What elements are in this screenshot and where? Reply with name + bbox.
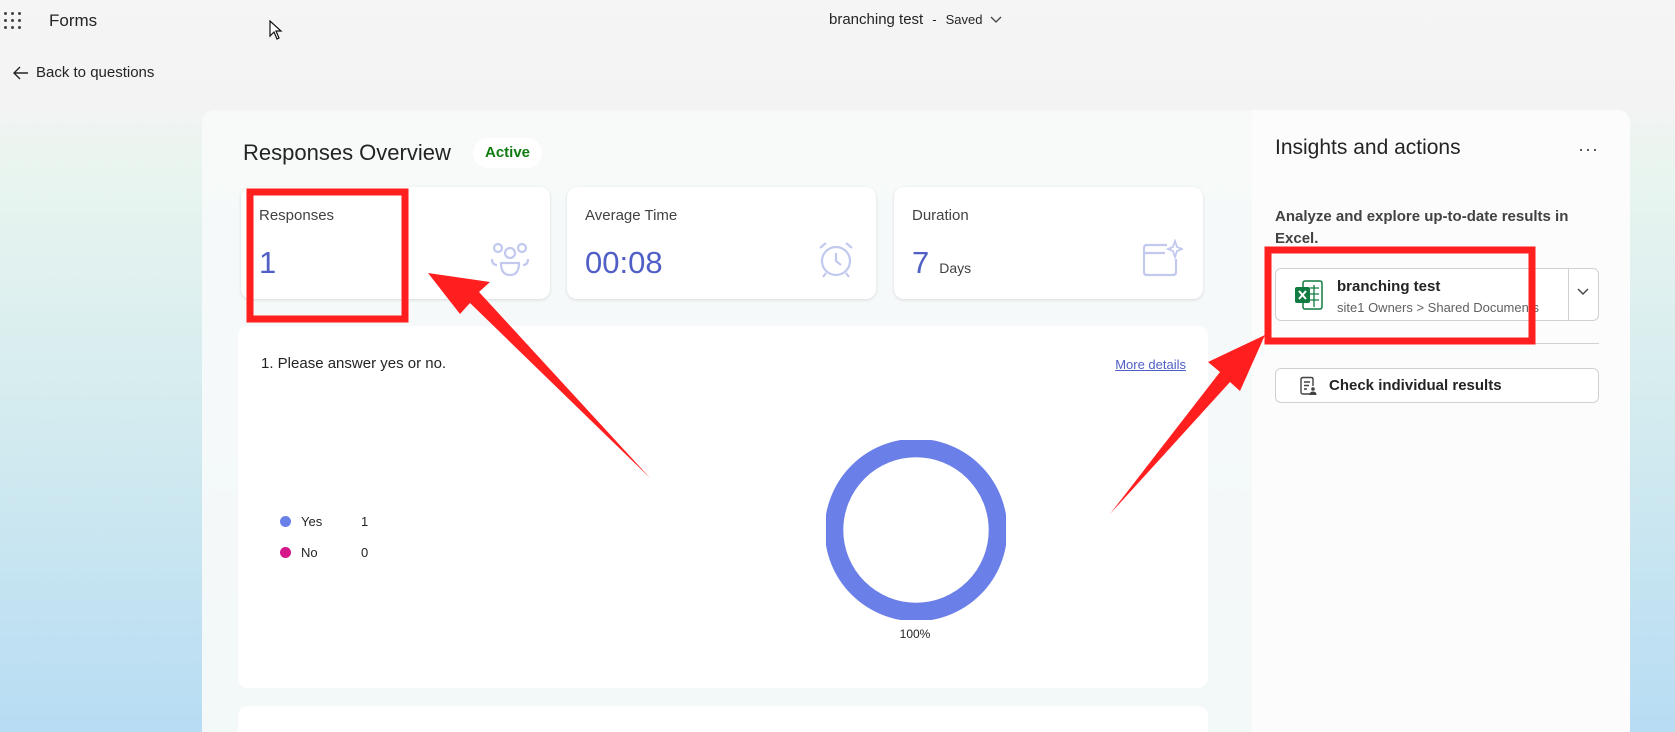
document-person-icon — [1300, 376, 1317, 395]
stat-value: 00:08 — [585, 245, 663, 280]
stat-card-responses: Responses 1 — [241, 187, 550, 299]
next-question-card — [238, 706, 1208, 732]
excel-file-name[interactable]: branching test — [1337, 278, 1440, 295]
title-separator: - — [932, 12, 937, 27]
legend-item-no: No 0 — [280, 537, 368, 568]
stat-value: 7 Days — [912, 245, 972, 280]
legend-label: Yes — [301, 514, 323, 529]
card-divider — [1568, 269, 1569, 320]
stat-label: Duration — [912, 207, 969, 224]
app-name[interactable]: Forms — [49, 11, 97, 31]
stat-card-duration: Duration 7 Days — [894, 187, 1203, 299]
check-individual-results-button[interactable]: Check individual results — [1275, 368, 1599, 403]
stat-value: 1 — [259, 245, 277, 280]
top-bar: Forms branching test - Saved — [0, 0, 1675, 42]
divider — [1275, 343, 1599, 344]
stat-label: Responses — [259, 207, 335, 224]
more-options-icon[interactable]: ··· — [1578, 139, 1599, 160]
back-to-questions-link[interactable]: Back to questions — [13, 64, 154, 81]
mouse-cursor-icon — [269, 20, 283, 40]
donut-percentage-label: 100% — [899, 627, 931, 641]
donut-chart — [826, 440, 1006, 620]
back-label: Back to questions — [36, 64, 155, 81]
legend-item-yes: Yes 1 — [280, 506, 368, 537]
check-results-label: Check individual results — [1329, 377, 1502, 394]
excel-file-path: site1 Owners > Shared Documents — [1337, 300, 1539, 315]
chevron-down-icon[interactable] — [990, 16, 1002, 24]
stat-unit: Days — [939, 260, 972, 276]
question-title: 1. Please answer yes or no. — [261, 355, 447, 372]
alarm-clock-icon — [819, 242, 853, 278]
stat-card-average-time: Average Time 00:08 — [567, 187, 876, 299]
legend-swatch-no — [280, 547, 291, 558]
insights-panel — [1252, 110, 1630, 732]
donut-slice-yes[interactable] — [826, 440, 1006, 620]
more-details-link[interactable]: More details — [1115, 357, 1186, 372]
app-launcher-icon[interactable] — [4, 12, 22, 30]
legend-count: 0 — [361, 545, 369, 560]
save-status: Saved — [945, 12, 983, 27]
document-title-area[interactable]: branching test - Saved — [829, 11, 1002, 28]
calendar-sparkle-icon — [1142, 239, 1183, 277]
excel-icon — [1295, 280, 1323, 310]
chevron-down-icon[interactable] — [1576, 285, 1590, 299]
stat-label: Average Time — [585, 207, 678, 224]
legend-count: 1 — [361, 514, 369, 529]
chart-legend: Yes 1 No 0 — [280, 506, 368, 568]
people-icon — [490, 242, 530, 277]
question-summary-card: 1. Please answer yes or no. More details… — [238, 326, 1208, 688]
arrow-left-icon — [13, 66, 28, 79]
document-title[interactable]: branching test — [829, 11, 923, 28]
page-title: Responses Overview — [243, 140, 451, 165]
excel-file-card[interactable]: branching test site1 Owners > Shared Doc… — [1275, 268, 1599, 321]
legend-swatch-yes — [280, 516, 291, 527]
insights-title: Insights and actions — [1275, 136, 1461, 159]
status-badge: Active — [473, 138, 543, 168]
insights-description: Analyze and explore up-to-date results i… — [1275, 208, 1569, 247]
legend-label: No — [301, 545, 318, 560]
